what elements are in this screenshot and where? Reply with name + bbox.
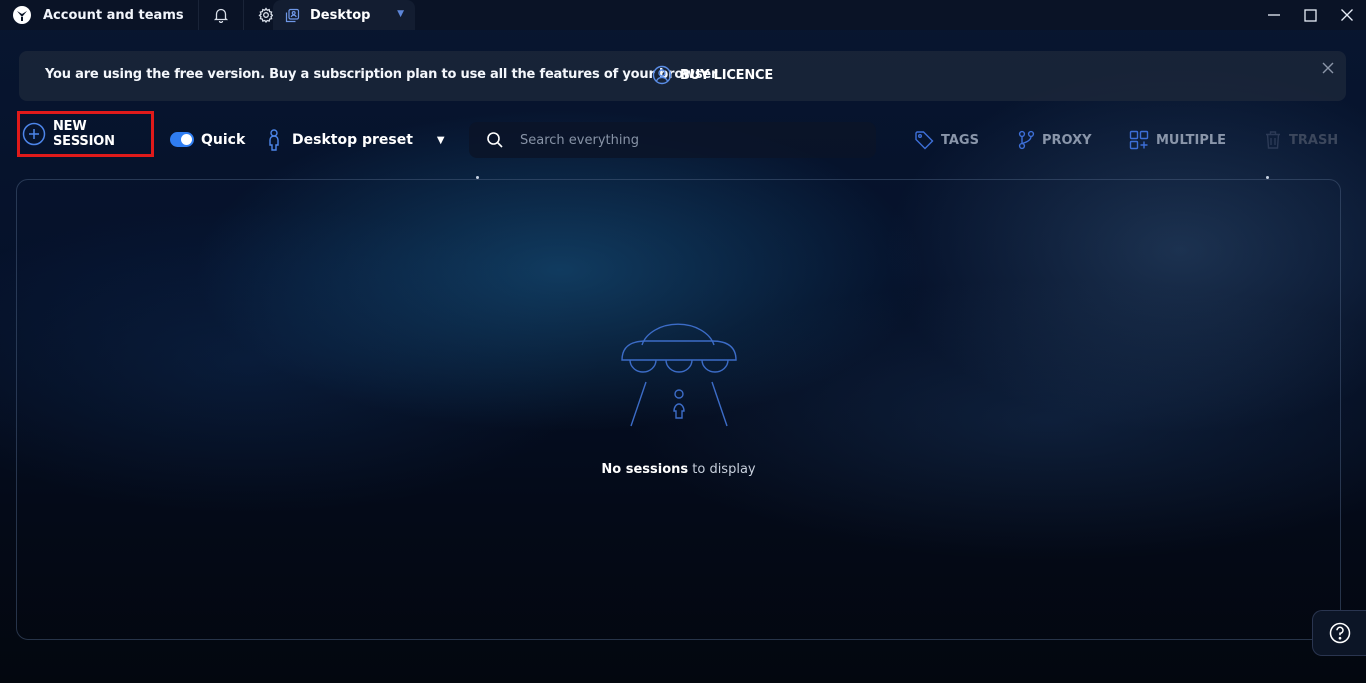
tags-label: TAGS (941, 132, 979, 148)
ufo-icon (616, 310, 742, 432)
tags-button[interactable]: TAGS (914, 129, 979, 151)
desktop-tab-icon (285, 8, 300, 23)
empty-state-secondary: to display (688, 462, 756, 477)
desktop-preset-dropdown[interactable]: Desktop preset ▼ (266, 128, 445, 152)
trash-icon (1264, 130, 1282, 150)
maximize-icon[interactable] (1292, 0, 1328, 30)
quick-toggle[interactable] (170, 132, 194, 147)
proxy-label: PROXY (1042, 132, 1092, 148)
help-icon (1329, 622, 1351, 644)
person-icon (266, 129, 282, 151)
minimize-icon[interactable] (1256, 0, 1292, 30)
tag-icon (914, 130, 934, 150)
multiple-button[interactable]: MULTIPLE (1129, 129, 1226, 151)
chevron-down-icon[interactable]: ▼ (397, 9, 404, 19)
multiple-label: MULTIPLE (1156, 132, 1227, 148)
new-session-label: NEW SESSION (53, 119, 115, 149)
app-logo-icon[interactable] (12, 5, 32, 25)
help-button[interactable] (1312, 610, 1366, 656)
close-icon[interactable] (1329, 0, 1365, 30)
search-input[interactable] (518, 131, 852, 149)
tab-desktop[interactable]: Desktop ▼ (273, 0, 415, 30)
empty-state-message: No sessions to display (0, 462, 1357, 477)
search-box[interactable] (469, 122, 876, 158)
new-session-button[interactable]: NEW SESSION (17, 111, 154, 157)
proxy-button[interactable]: PROXY (1018, 129, 1092, 151)
multiple-icon (1129, 130, 1149, 150)
user-circle-icon (652, 65, 672, 85)
banner-close-icon[interactable] (1320, 60, 1336, 76)
quick-label: Quick (201, 132, 246, 148)
account-and-teams-button[interactable]: Account and teams (43, 8, 184, 23)
free-version-banner: You are using the free version. Buy a su… (19, 51, 1346, 101)
trash-button[interactable]: TRASH (1264, 129, 1338, 151)
caret-down-icon: ▼ (436, 134, 445, 146)
bell-icon[interactable] (199, 0, 243, 30)
buy-licence-button[interactable]: BUY LICENCE (652, 65, 773, 85)
buy-licence-label: BUY LICENCE (680, 67, 774, 83)
desktop-preset-label: Desktop preset (292, 132, 413, 148)
empty-state-primary: No sessions (601, 462, 689, 477)
search-icon (486, 131, 504, 149)
banner-message: You are using the free version. Buy a su… (45, 67, 718, 82)
proxy-icon (1018, 130, 1035, 150)
tab-desktop-label: Desktop (310, 7, 371, 23)
title-bar: Account and teams (0, 0, 1366, 30)
trash-label: TRASH (1289, 132, 1339, 148)
plus-circle-icon (22, 122, 46, 146)
